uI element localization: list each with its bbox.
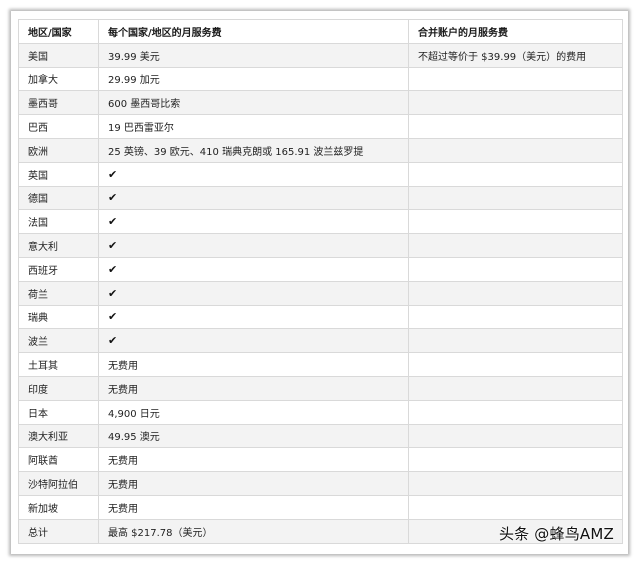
monthly-fee-cell: ✔ <box>98 280 409 306</box>
monthly-fee-cell: ✔ <box>98 328 409 354</box>
combined-fee-cell <box>408 375 623 401</box>
region-cell: 意大利 <box>18 233 99 258</box>
region-cell: 新加坡 <box>18 494 99 520</box>
region-cell: 日本 <box>18 399 99 425</box>
combined-fee-cell <box>408 494 623 520</box>
combined-fee-cell <box>408 328 623 354</box>
region-cell: 荷兰 <box>18 280 99 306</box>
monthly-fee-cell: 600 墨西哥比索 <box>98 90 409 116</box>
monthly-fee-cell: 19 巴西雷亚尔 <box>98 114 409 139</box>
header-monthly-fee-combined: 合并账户的月服务费 <box>408 19 623 44</box>
region-cell: 德国 <box>18 185 99 211</box>
combined-fee-cell <box>408 304 623 330</box>
table-body: 美国 39.99 美元 不超过等价于 $39.99（美元）的费用 加拿大 29.99 加… <box>18 42 623 544</box>
table-row: 澳大利亚 49.95 澳元 <box>18 423 623 449</box>
combined-fee-cell <box>408 280 623 306</box>
region-cell: 加拿大 <box>18 66 99 92</box>
combined-fee-cell <box>408 447 623 473</box>
combined-fee-cell <box>408 233 623 258</box>
region-cell: 英国 <box>18 161 99 187</box>
combined-fee-cell <box>408 352 623 377</box>
region-cell: 波兰 <box>18 328 99 354</box>
table-row: 德国 ✔ <box>18 185 623 211</box>
monthly-fee-cell: 无费用 <box>98 375 409 401</box>
combined-fee-cell <box>408 66 623 92</box>
combined-fee-cell <box>408 185 623 211</box>
combined-fee-cell: 不超过等价于 $39.99（美元）的费用 <box>408 42 623 68</box>
region-cell: 美国 <box>18 42 99 68</box>
table-row: 美国 39.99 美元 不超过等价于 $39.99（美元）的费用 <box>18 42 623 68</box>
monthly-fee-cell: 无费用 <box>98 494 409 520</box>
combined-fee-cell <box>408 256 623 282</box>
watermark: 头条 @蜂鸟AMZ <box>498 525 614 543</box>
region-cell: 总计 <box>18 518 99 544</box>
monthly-fee-cell: 29.99 加元 <box>98 66 409 92</box>
header-monthly-fee-per-country: 每个国家/地区的月服务费 <box>98 19 409 44</box>
combined-fee-cell <box>408 209 623 235</box>
region-cell: 墨西哥 <box>18 90 99 116</box>
table-row: 阿联酋 无费用 <box>18 447 623 473</box>
region-cell: 澳大利亚 <box>18 423 99 449</box>
region-cell: 法国 <box>18 209 99 235</box>
combined-fee-cell <box>408 161 623 187</box>
table-row: 欧洲 25 英镑、39 欧元、410 瑞典克朗或 165.91 波兰兹罗提 <box>18 137 623 163</box>
table-row: 印度 无费用 <box>18 375 623 401</box>
table-row: 西班牙 ✔ <box>18 256 623 282</box>
table-row: 巴西 19 巴西雷亚尔 <box>18 114 623 139</box>
table-row: 加拿大 29.99 加元 <box>18 66 623 92</box>
table-row: 土耳其 无费用 <box>18 352 623 377</box>
region-cell: 土耳其 <box>18 352 99 377</box>
monthly-fee-cell: ✔ <box>98 161 409 187</box>
document-frame: 地区/国家 每个国家/地区的月服务费 合并账户的月服务费 美国 39.99 美元不… <box>11 11 628 554</box>
combined-fee-cell <box>408 114 623 139</box>
region-cell: 欧洲 <box>18 137 99 163</box>
table-row: 沙特阿拉伯 无费用 <box>18 471 623 496</box>
combined-fee-cell <box>408 90 623 116</box>
monthly-fee-cell: ✔ <box>98 304 409 330</box>
table-header-row: 地区/国家 每个国家/地区的月服务费 合并账户的月服务费 <box>18 19 623 44</box>
monthly-fee-cell: ✔ <box>98 256 409 282</box>
table-row: 新加坡 无费用 <box>18 494 623 520</box>
monthly-fee-cell: 4,900 日元 <box>98 399 409 425</box>
table-row: 墨西哥 600 墨西哥比索 <box>18 90 623 116</box>
monthly-fee-cell: 25 英镑、39 欧元、410 瑞典克朗或 165.91 波兰兹罗提 <box>98 137 409 163</box>
monthly-fee-cell: 无费用 <box>98 471 409 496</box>
region-cell: 西班牙 <box>18 256 99 282</box>
monthly-fee-cell: 最高 $217.78（美元） <box>98 518 409 544</box>
region-cell: 印度 <box>18 375 99 401</box>
table-row: 波兰 ✔ <box>18 328 623 354</box>
table-row: 瑞典 ✔ <box>18 304 623 330</box>
combined-fee-cell <box>408 137 623 163</box>
monthly-fee-cell: ✔ <box>98 233 409 258</box>
service-fee-table: 地区/国家 每个国家/地区的月服务费 合并账户的月服务费 美国 39.99 美元不… <box>18 19 623 544</box>
monthly-fee-cell: ✔ <box>98 185 409 211</box>
table-row: 意大利 ✔ <box>18 233 623 258</box>
table-row: 英国 ✔ <box>18 161 623 187</box>
table-row: 法国 ✔ <box>18 209 623 235</box>
monthly-fee-cell: 无费用 <box>98 447 409 473</box>
table-row: 荷兰 ✔ <box>18 280 623 306</box>
combined-fee-cell <box>408 471 623 496</box>
table-row: 日本 4,900 日元 <box>18 399 623 425</box>
monthly-fee-cell: 39.99 美元 <box>98 42 409 68</box>
region-cell: 阿联酋 <box>18 447 99 473</box>
monthly-fee-cell: ✔ <box>98 209 409 235</box>
monthly-fee-cell: 无费用 <box>98 352 409 377</box>
combined-fee-cell <box>408 423 623 449</box>
region-cell: 沙特阿拉伯 <box>18 471 99 496</box>
region-cell: 巴西 <box>18 114 99 139</box>
region-cell: 瑞典 <box>18 304 99 330</box>
combined-fee-cell <box>408 399 623 425</box>
monthly-fee-cell: 49.95 澳元 <box>98 423 409 449</box>
header-region: 地区/国家 <box>18 19 99 44</box>
